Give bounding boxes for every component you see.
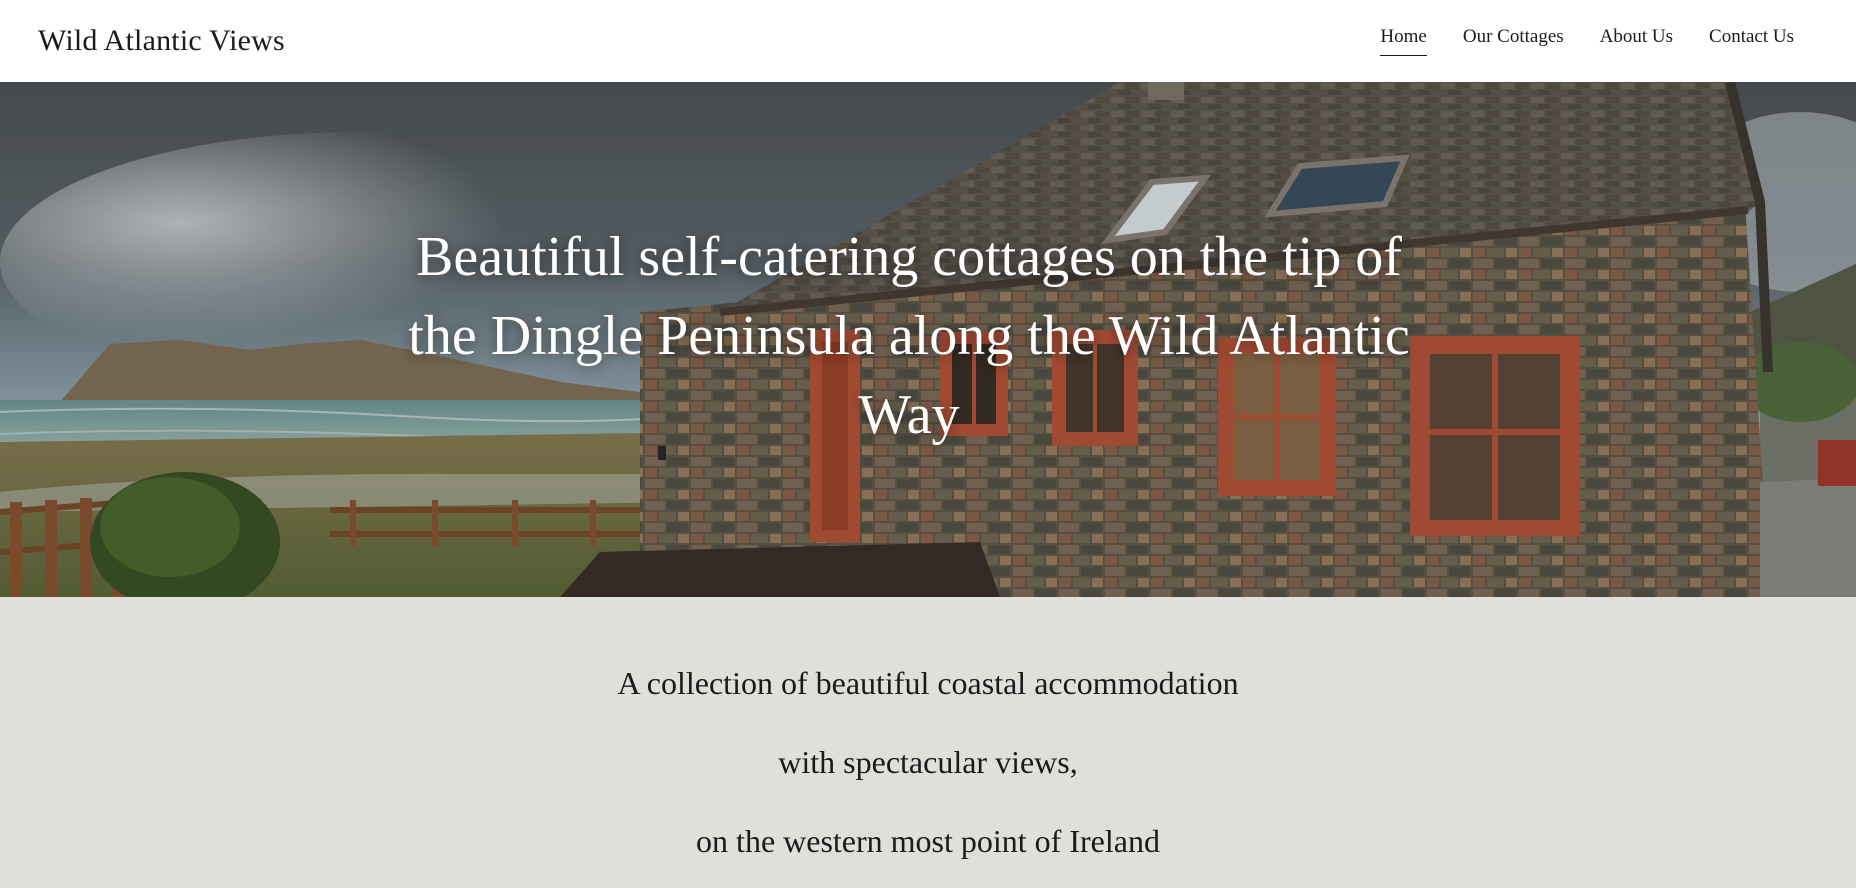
intro-line-1: A collection of beautiful coastal accomm… — [617, 665, 1239, 701]
nav-link-our-cottages[interactable]: Our Cottages — [1463, 26, 1564, 56]
nav-link-about-us[interactable]: About Us — [1600, 26, 1673, 56]
nav-link-home[interactable]: Home — [1380, 26, 1427, 56]
site-title-link[interactable]: Wild Atlantic Views — [38, 24, 285, 58]
intro-section: A collection of beautiful coastal accomm… — [0, 597, 1856, 888]
site-header: Wild Atlantic Views Home Our Cottages Ab… — [0, 0, 1856, 82]
nav-link-contact-us[interactable]: Contact Us — [1709, 26, 1794, 56]
hero-heading: Beautiful self-catering cottages on the … — [408, 226, 1410, 446]
hero-banner: Beautiful self-catering cottages on the … — [0, 82, 1856, 597]
intro-line-2: with spectacular views, — [778, 744, 1078, 780]
intro-line-3: on the western most point of Ireland — [696, 823, 1160, 859]
main-nav: Home Our Cottages About Us Contact Us — [1380, 26, 1794, 56]
